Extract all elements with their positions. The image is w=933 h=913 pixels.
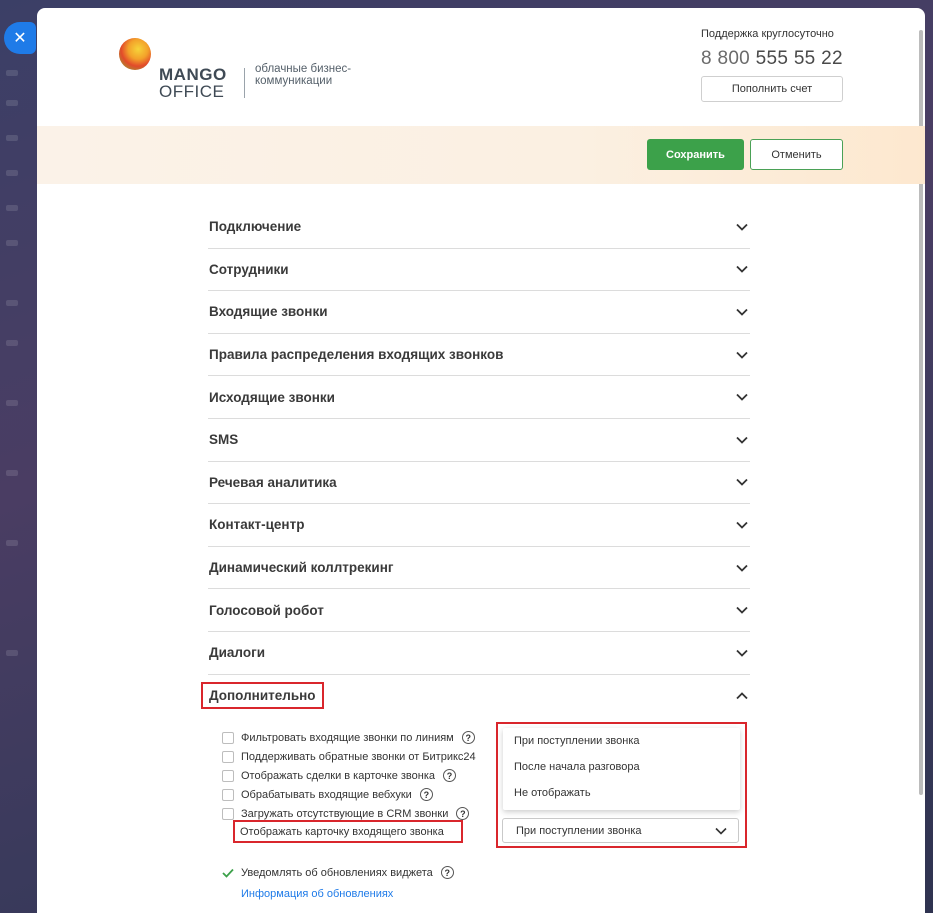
accordion-item[interactable]: Исходящие звонки <box>208 376 750 419</box>
option-label: Фильтровать входящие звонки по линиям <box>241 731 454 744</box>
card-display-label: Отображать карточку входящего звонка <box>233 820 463 843</box>
chevron-down-icon <box>736 434 748 446</box>
accordion-item-label: Подключение <box>209 219 302 235</box>
chevron-down-icon <box>736 221 748 233</box>
chevron-down-icon <box>736 562 748 574</box>
option-label: Отображать сделки в карточке звонка <box>241 769 435 782</box>
accordion-item-open[interactable]: Дополнительно <box>201 675 750 717</box>
updates-info-link[interactable]: Информация об обновлениях <box>241 888 393 900</box>
accordion-item[interactable]: Диалоги <box>208 632 750 675</box>
support-label: Поддержка круглосуточно <box>701 28 834 40</box>
accordion-item-label: Речевая аналитика <box>209 474 337 490</box>
help-icon[interactable]: ? <box>461 731 475 744</box>
close-icon: ✕ <box>13 30 27 47</box>
accordion-item[interactable]: SMS <box>208 419 750 462</box>
accordion-item-label: Исходящие звонки <box>209 389 335 405</box>
support-phone[interactable]: 8 800 555 55 22 <box>701 48 843 70</box>
accordion-item-label: Контакт-центр <box>209 517 305 533</box>
notify-label: Уведомлять об обновлениях виджета <box>241 866 433 879</box>
dropdown-option[interactable]: После начала разговора <box>503 754 740 780</box>
accordion-item[interactable]: Входящие звонки <box>208 291 750 334</box>
settings-accordion: Подключение Сотрудники Входящие звонки Прав… <box>201 206 750 717</box>
mango-logo-icon <box>119 38 151 70</box>
accordion-item[interactable]: Речевая аналитика <box>208 462 750 505</box>
checkbox[interactable] <box>222 807 234 820</box>
close-modal-button[interactable]: ✕ <box>4 22 36 54</box>
chevron-down-icon <box>736 604 748 616</box>
chevron-down-icon <box>736 519 748 531</box>
accordion-item-label: Диалоги <box>209 645 265 661</box>
chevron-down-icon <box>736 391 748 403</box>
checkbox[interactable] <box>222 788 234 801</box>
help-icon[interactable]: ? <box>443 769 456 782</box>
logo-line2: OFFICE <box>159 82 225 101</box>
help-icon[interactable]: ? <box>440 866 454 879</box>
accordion-item[interactable]: Контакт-центр <box>208 504 750 547</box>
accordion-item[interactable]: Подключение <box>208 206 750 249</box>
background-app-strip <box>0 0 40 913</box>
accordion-item-label: SMS <box>209 432 239 448</box>
help-icon[interactable]: ? <box>419 788 433 801</box>
card-display-select[interactable]: При поступлении звонка <box>502 818 739 843</box>
save-button[interactable]: Сохранить <box>647 139 744 170</box>
chevron-down-icon <box>736 476 748 488</box>
chevron-down-icon <box>736 306 748 318</box>
logo-line1: MANGO <box>159 65 227 84</box>
checkmark-icon <box>222 868 234 878</box>
chevron-down-icon <box>736 647 748 659</box>
topup-button[interactable]: Пополнить счет <box>701 76 843 102</box>
accordion-item-label: Правила распределения входящих звонков <box>209 347 504 363</box>
checkbox-checked[interactable] <box>222 867 234 879</box>
option-label: Поддерживать обратные звонки от Битрикс2… <box>241 750 476 763</box>
accordion-open-label: Дополнительно <box>201 682 324 710</box>
checkbox[interactable] <box>222 750 234 763</box>
settings-modal: MANGO OFFICE облачные бизнес-коммуникаци… <box>37 8 925 913</box>
accordion-item-label: Входящие звонки <box>209 304 328 320</box>
option-label: Обрабатывать входящие вебхуки <box>241 788 412 801</box>
accordion-item[interactable]: Динамический коллтрекинг <box>208 547 750 590</box>
chevron-down-icon <box>736 263 748 275</box>
accordion-item[interactable]: Голосовой робот <box>208 589 750 632</box>
help-icon[interactable]: ? <box>456 807 470 820</box>
support-block: Поддержка круглосуточно 8 800 555 55 22 … <box>701 28 843 102</box>
checkbox[interactable] <box>222 731 234 744</box>
accordion-item-label: Голосовой робот <box>209 602 324 618</box>
logo-divider <box>244 68 245 98</box>
chevron-down-icon <box>715 827 727 835</box>
chevron-down-icon <box>736 349 748 361</box>
cancel-button[interactable]: Отменить <box>750 139 843 170</box>
checkbox[interactable] <box>222 769 234 782</box>
dropdown-option[interactable]: При поступлении звонка <box>503 728 740 754</box>
accordion-item-label: Сотрудники <box>209 261 289 277</box>
logo-tagline: облачные бизнес-коммуникации <box>255 63 352 87</box>
select-value: При поступлении звонка <box>516 824 642 837</box>
accordion-item-label: Динамический коллтрекинг <box>209 560 394 576</box>
accordion-item[interactable]: Правила распределения входящих звонков <box>208 334 750 377</box>
dropdown-option[interactable]: Не отображать <box>503 780 740 806</box>
accordion-item[interactable]: Сотрудники <box>208 249 750 292</box>
chevron-up-icon <box>736 690 748 702</box>
option-label: Загружать отсутствующие в CRM звонки <box>241 807 449 820</box>
notify-option[interactable]: Уведомлять об обновлениях виджета ? <box>222 866 454 879</box>
dropdown-options: При поступлении звонка После начала разго… <box>503 728 740 810</box>
